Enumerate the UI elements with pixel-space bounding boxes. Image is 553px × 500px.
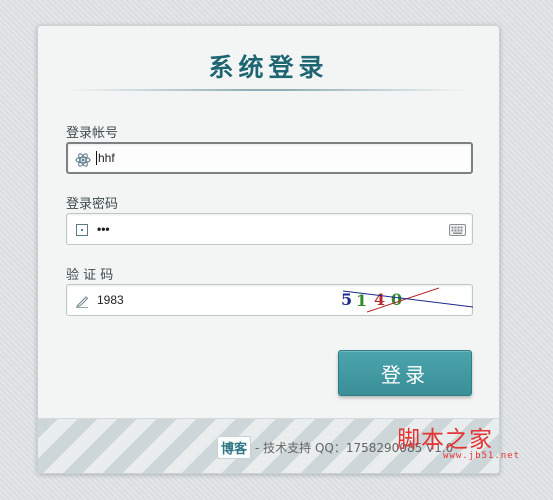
captcha-char: 0 xyxy=(391,290,402,309)
account-label: 登录帐号 xyxy=(66,126,119,141)
pen-icon xyxy=(74,293,90,309)
password-field[interactable]: ••• xyxy=(66,213,473,245)
captcha-field[interactable]: 1983 5 1 4 0 xyxy=(66,284,474,316)
captcha-label: 验 证 码 xyxy=(66,268,114,283)
text-caret xyxy=(96,151,97,165)
captcha-value: 1983 xyxy=(97,293,124,307)
login-panel: 系统登录 登录帐号 hhf 登录密码 ••• 验 证 码 1983 5 1 4 … xyxy=(37,25,500,474)
password-value: ••• xyxy=(97,222,110,236)
captcha-char: 5 xyxy=(341,290,352,309)
atom-icon xyxy=(75,152,91,168)
blog-link[interactable]: 博客 xyxy=(217,436,252,459)
lock-square-icon xyxy=(74,222,90,238)
keyboard-icon[interactable] xyxy=(449,223,466,236)
captcha-image[interactable]: 5 1 4 0 xyxy=(337,285,474,315)
page-title: 系统登录 xyxy=(208,53,329,82)
watermark-url: www.jb51.net xyxy=(443,451,521,461)
watermark: 脚本之家 www.jb51.net xyxy=(397,420,547,464)
password-label: 登录密码 xyxy=(66,197,119,212)
login-button[interactable]: 登录 xyxy=(338,350,472,396)
watermark-brand: 脚本之家 xyxy=(397,427,493,453)
account-field[interactable]: hhf xyxy=(66,142,473,174)
title-divider xyxy=(68,89,468,91)
account-value: hhf xyxy=(98,151,115,165)
